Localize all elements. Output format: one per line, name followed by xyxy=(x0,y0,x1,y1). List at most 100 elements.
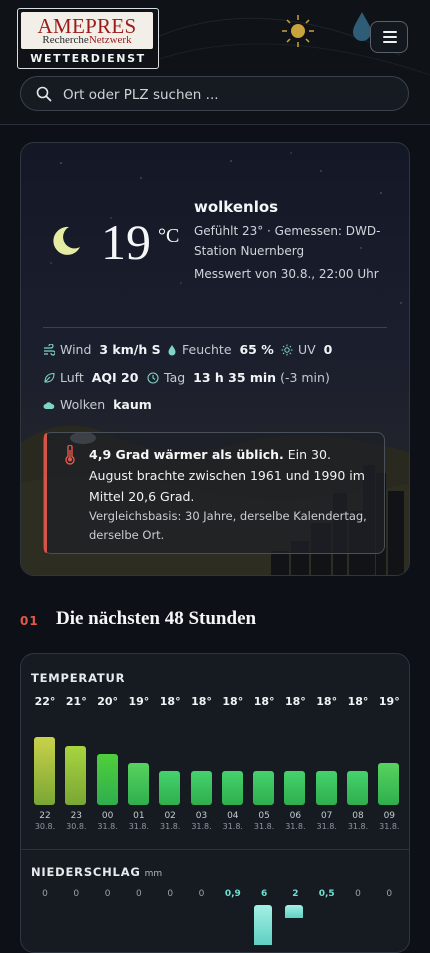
hour-label: 08 xyxy=(352,811,364,821)
divider xyxy=(43,327,387,328)
weather-condition: wolkenlos xyxy=(194,198,279,216)
stat-air: Luft AQI 20 xyxy=(43,370,138,385)
precip-value: 0 xyxy=(104,889,111,899)
app-header: AMEPRES RechercheNetzwerk WETTERDIENST xyxy=(0,0,430,125)
hour-label: 04 xyxy=(227,811,239,821)
temperature-bar xyxy=(65,746,87,805)
date-label: 30.8. xyxy=(34,822,56,831)
precip-value: 0 xyxy=(386,889,393,899)
precip-value: 0 xyxy=(42,889,48,899)
temperature-bar xyxy=(96,754,118,805)
precip-value: 0,5 xyxy=(318,889,335,899)
droplet-icon xyxy=(168,345,176,356)
temperature-bar xyxy=(127,763,149,805)
menu-button[interactable] xyxy=(370,21,408,53)
uv-sun-icon xyxy=(281,344,293,356)
hour-temperature: 20° xyxy=(97,695,118,708)
wind-icon xyxy=(44,343,56,356)
temperature-bar xyxy=(221,771,243,805)
temperature-bar xyxy=(190,771,212,805)
temperature-bar xyxy=(159,771,181,805)
current-temperature: 19 xyxy=(101,214,151,270)
sun-icon xyxy=(282,15,314,47)
hamburger-icon-middle xyxy=(383,36,397,38)
stat-uv: UV 0 xyxy=(281,342,332,357)
stat-humidity: Feuchte 65 % xyxy=(167,342,274,357)
hour-label: 07 xyxy=(320,811,333,821)
precip-value: 0 xyxy=(136,889,142,899)
hour-temperature: 18° xyxy=(191,695,212,708)
hour-label: 06 xyxy=(289,811,302,821)
hour-temperature: 18° xyxy=(222,695,244,708)
anomaly-text: 4,9 Grad wärmer als üblich. Ein 30. Augu… xyxy=(89,444,374,507)
hour-temperature: 18° xyxy=(159,695,181,708)
stat-clouds-value: kaum xyxy=(113,397,152,412)
precip-value: 0 xyxy=(355,889,361,899)
hour-label: 02 xyxy=(164,811,176,821)
precip-value: 0 xyxy=(167,889,174,899)
stat-uv-label: UV xyxy=(298,342,316,357)
precip-value: 2 xyxy=(292,889,299,899)
hour-label: 03 xyxy=(195,811,208,821)
search-input[interactable] xyxy=(61,83,395,107)
hour-temperature: 18° xyxy=(253,695,275,708)
temperature-bar xyxy=(315,771,337,805)
stat-air-label: Luft xyxy=(60,370,84,385)
anomaly-headline: 4,9 Grad wärmer als üblich. xyxy=(89,447,284,462)
site-logo[interactable]: AMEPRES RechercheNetzwerk WETTERDIENST xyxy=(17,8,159,69)
temperature-bar xyxy=(34,737,55,805)
hour-temperature: 18° xyxy=(284,695,306,708)
date-label: 31.8. xyxy=(285,822,306,831)
stat-air-value: AQI 20 xyxy=(91,370,139,385)
hour-label: 00 xyxy=(101,811,114,821)
search-icon xyxy=(36,86,52,102)
hamburger-icon-bottom xyxy=(383,41,397,43)
precip-unit: mm xyxy=(144,869,163,879)
forecast-48h-card: TEMPERATUR 22° 22 30.8. 21° 23 30.8. 20° 00 31.8… xyxy=(20,653,410,953)
temperature-bar xyxy=(253,771,275,805)
temperature-bar xyxy=(347,771,368,805)
clock-icon xyxy=(147,372,159,384)
stat-day-value: 13 h 35 min xyxy=(193,370,277,385)
stat-day: Tag 13 h 35 min (-3 min) xyxy=(147,370,330,385)
stat-uv-value: 0 xyxy=(323,342,333,357)
leaf-icon xyxy=(44,372,55,383)
hamburger-icon xyxy=(383,31,397,33)
anomaly-accent-bar xyxy=(44,433,47,553)
date-label: 31.8. xyxy=(128,822,150,831)
hour-label: 22 xyxy=(39,811,51,821)
search-bar[interactable] xyxy=(20,76,409,111)
measurement-time: Messwert von 30.8., 22:00 Uhr xyxy=(194,267,379,281)
precip-label-row: NIEDERSCHLAG mm xyxy=(31,865,162,879)
stat-wind-value: 3 km/h S xyxy=(99,342,161,357)
date-label: 31.8. xyxy=(160,822,181,831)
precip-value: 0 xyxy=(198,889,205,899)
section-title: Die nächsten 48 Stunden xyxy=(56,608,257,629)
date-label: 31.8. xyxy=(222,822,243,831)
raindrop-icon xyxy=(353,12,371,41)
anomaly-basis: Vergleichsbasis: 30 Jahre, derselbe Kale… xyxy=(89,509,367,542)
section-number: 01 xyxy=(20,614,39,628)
precip-value: 0 xyxy=(73,889,80,899)
temperature-anomaly-box: 4,9 Grad wärmer als üblich. Ein 30. Augu… xyxy=(43,432,385,554)
precip-label: NIEDERSCHLAG xyxy=(31,865,141,879)
hour-temperature: 22° xyxy=(34,695,56,708)
stat-clouds-label: Wolken xyxy=(60,397,106,412)
hour-temperature: 18° xyxy=(316,695,338,708)
crescent-moon-icon xyxy=(53,226,80,255)
precip-bar xyxy=(254,905,273,945)
current-weather-card: 19 °C wolkenlos Gefühlt 23° · Gemessen: … xyxy=(20,142,410,576)
thermometer-icon xyxy=(65,445,75,465)
hour-label: 01 xyxy=(133,811,145,821)
precip-value: 6 xyxy=(260,889,268,899)
date-label: 31.8. xyxy=(253,822,275,831)
date-label: 31.8. xyxy=(316,822,337,831)
stat-clouds: Wolken kaum xyxy=(43,397,152,412)
date-label: 31.8. xyxy=(191,822,212,831)
stat-day-label: Tag xyxy=(164,370,186,385)
stat-day-delta: (-3 min) xyxy=(280,370,330,385)
precip-bar xyxy=(285,905,304,918)
date-label: 31.8. xyxy=(347,822,369,831)
logo-sub-left: Recherche xyxy=(42,34,89,46)
hour-label: 05 xyxy=(258,811,270,821)
